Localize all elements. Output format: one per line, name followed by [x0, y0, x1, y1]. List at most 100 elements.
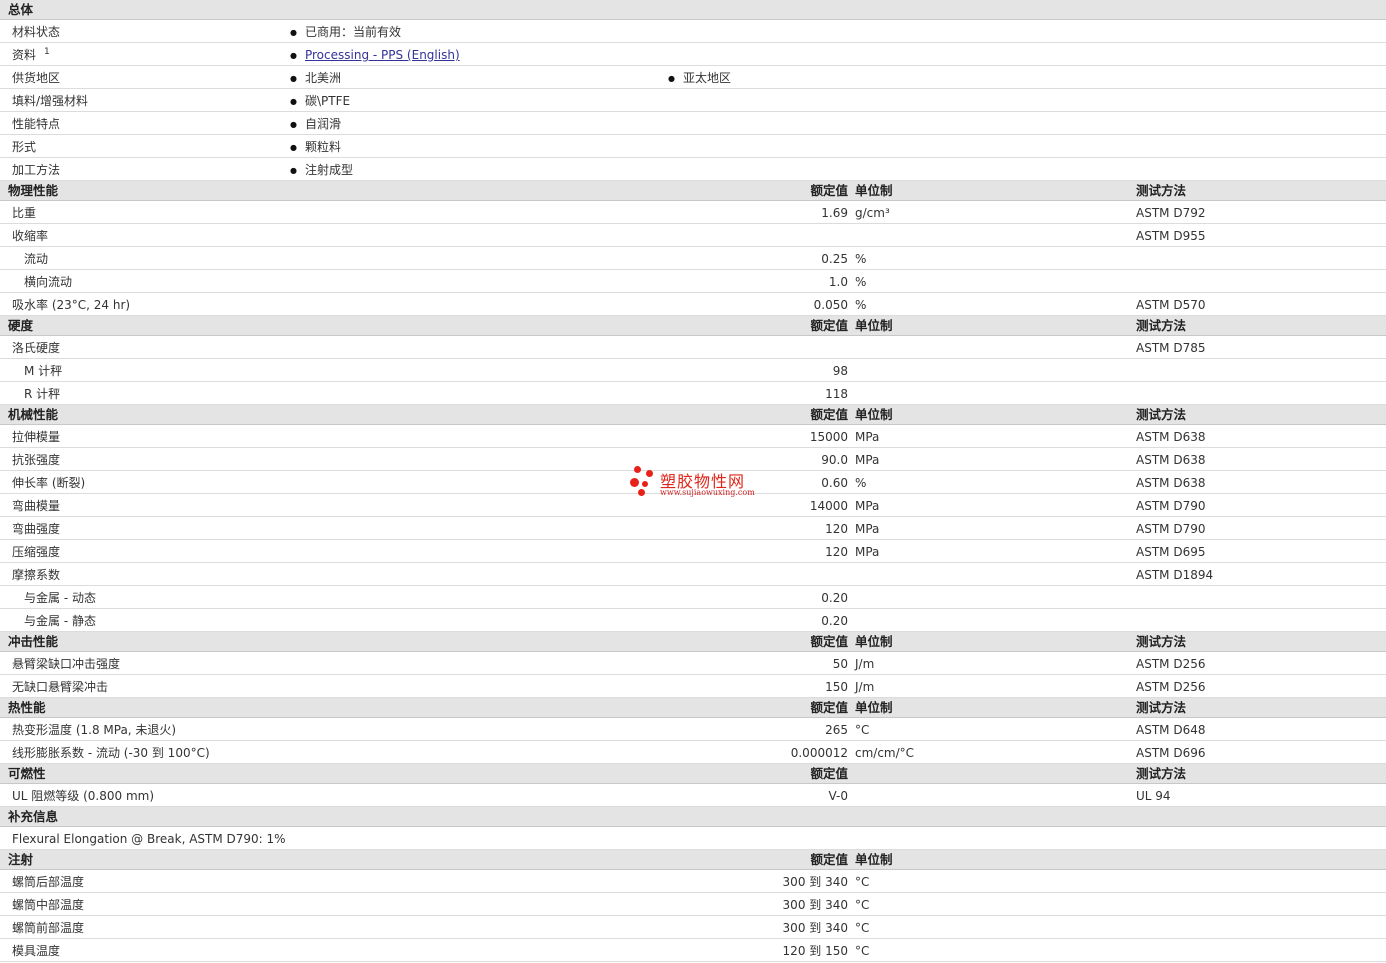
property-value: 300 到 340 [782, 875, 848, 889]
property-test-method: ASTM D695 [1136, 545, 1206, 559]
property-row: 洛氏硬度 ASTM D785 [0, 336, 1386, 359]
property-value: 120 到 150 [782, 944, 848, 958]
property-label: 伸长率 (断裂) [12, 476, 86, 490]
property-label: 收缩率 [12, 229, 49, 243]
property-label: 横向流动 [24, 275, 73, 289]
property-test-method: ASTM D955 [1136, 229, 1206, 243]
property-label: 与金属 - 动态 [24, 591, 96, 605]
property-row: 与金属 - 静态 0.20 [0, 609, 1386, 632]
property-test-method: ASTM D790 [1136, 522, 1206, 536]
property-test-method: ASTM D256 [1136, 680, 1206, 694]
section-title: 可燃性 [8, 766, 46, 781]
section-header-general: 总体 [0, 0, 1386, 20]
property-label: 比重 [12, 206, 37, 220]
column-header-test-method: 测试方法 [1136, 634, 1187, 649]
section-title: 物理性能 [8, 183, 59, 198]
general-value-text: 北美洲 [304, 71, 341, 85]
property-label: 拉伸模量 [12, 430, 61, 444]
property-value: 98 [832, 364, 848, 378]
general-value-text: 亚太地区 [682, 71, 731, 85]
property-value: 90.0 [821, 453, 848, 467]
watermark-logo: 塑胶物性网 www.sujiaowuxing.com [628, 464, 768, 500]
property-row: 螺筒前部温度 300 到 340 °C [0, 916, 1386, 939]
general-value-item: 亚太地区 [668, 70, 731, 88]
column-header-value: 额定值 [810, 407, 848, 422]
property-label: 流动 [24, 252, 49, 266]
property-row: 无缺口悬臂梁冲击 150 J/m ASTM D256 [0, 675, 1386, 698]
section-title: 热性能 [8, 700, 46, 715]
property-row: 螺筒中部温度 300 到 340 °C [0, 893, 1386, 916]
property-unit: °C [855, 921, 870, 935]
property-value: 0.25 [821, 252, 848, 266]
property-test-method: ASTM D570 [1136, 298, 1206, 312]
property-row: 模具温度 120 到 150 °C [0, 939, 1386, 962]
property-label: 弯曲强度 [12, 522, 61, 536]
watermark-dot [630, 478, 639, 487]
property-value: 0.000012 [790, 746, 848, 760]
general-value-text: 碳\PTFE [304, 94, 351, 108]
property-row: 线形膨胀系数 - 流动 (-30 到 100°C) 0.000012 cm/cm/°… [0, 741, 1386, 764]
general-value-item[interactable]: Processing - PPS (English) [290, 47, 460, 65]
watermark-url: www.sujiaowuxing.com [660, 488, 755, 497]
section-header-physical: 物理性能 额定值 单位制 测试方法 [0, 181, 1386, 201]
property-row: 悬臂梁缺口冲击强度 50 J/m ASTM D256 [0, 652, 1386, 675]
watermark-dot [642, 481, 648, 487]
section-header-flammability: 可燃性 额定值 测试方法 [0, 764, 1386, 784]
watermark-dot [634, 466, 641, 473]
watermark-dot [638, 489, 645, 496]
column-header-test-method: 测试方法 [1136, 407, 1187, 422]
property-test-method: ASTM D696 [1136, 746, 1206, 760]
property-label: 抗张强度 [12, 453, 61, 467]
section-title: 补充信息 [8, 809, 59, 824]
section-header-supplementary: 补充信息 [0, 807, 1386, 827]
property-value: 1.0 [828, 275, 848, 289]
section-header-hardness: 硬度 额定值 单位制 测试方法 [0, 316, 1386, 336]
section-title: 总体 [8, 2, 34, 17]
property-row: 流动 0.25% [0, 247, 1386, 270]
section-title: 机械性能 [8, 407, 59, 422]
general-label: 加工方法 [12, 163, 61, 177]
section-header-injection: 注射 额定值 单位制 [0, 850, 1386, 870]
property-unit: MPa [855, 545, 880, 559]
property-label: 洛氏硬度 [12, 341, 61, 355]
property-row: 摩擦系数 ASTM D1894 [0, 563, 1386, 586]
general-label: 填料/增强材料 [12, 94, 89, 108]
section-header-thermal: 热性能 额定值 单位制 测试方法 [0, 698, 1386, 718]
property-row: 弯曲强度 120 MPa ASTM D790 [0, 517, 1386, 540]
property-label: 螺筒前部温度 [12, 921, 85, 935]
column-header-value: 额定值 [810, 318, 848, 333]
general-value-item: 自润滑 [290, 116, 341, 134]
general-label: 供货地区 [12, 71, 61, 85]
property-label: 悬臂梁缺口冲击强度 [12, 657, 121, 671]
property-label: 摩擦系数 [12, 568, 61, 582]
general-row: 填料/增强材料 碳\PTFE [0, 89, 1386, 112]
property-unit: g/cm³ [855, 206, 890, 220]
watermark-dot [646, 470, 653, 477]
general-value-item: 北美洲 [290, 70, 341, 88]
property-row: 热变形温度 (1.8 MPa, 未退火) 265 °C ASTM D648 [0, 718, 1386, 741]
general-row: 供货地区 北美洲 亚太地区 [0, 66, 1386, 89]
property-unit: °C [855, 723, 870, 737]
general-row: 资料 1 Processing - PPS (English) [0, 43, 1386, 66]
property-label: 线形膨胀系数 - 流动 (-30 到 100°C) [12, 746, 210, 760]
property-label: UL 阻燃等级 (0.800 mm) [12, 789, 155, 803]
property-row: 收缩率 ASTM D955 [0, 224, 1386, 247]
general-row: 形式 颗粒料 [0, 135, 1386, 158]
section-title: 注射 [8, 852, 34, 867]
general-row: 材料状态 已商用：当前有效 [0, 20, 1386, 43]
column-header-unit: 单位制 [855, 634, 893, 649]
property-value: 0.20 [821, 614, 848, 628]
general-value-text: 颗粒料 [304, 140, 341, 154]
property-label: R 计秤 [24, 387, 61, 401]
general-row: 性能特点 自润滑 [0, 112, 1386, 135]
property-unit: MPa [855, 522, 880, 536]
property-test-method: ASTM D638 [1136, 476, 1206, 490]
property-unit: MPa [855, 430, 880, 444]
property-test-method: UL 94 [1136, 789, 1171, 803]
section-header-impact: 冲击性能 额定值 单位制 测试方法 [0, 632, 1386, 652]
property-label: 螺筒后部温度 [12, 875, 85, 889]
datasheet-link[interactable]: Processing - PPS (English) [305, 48, 460, 62]
property-value: 14000 [809, 499, 848, 513]
property-label: 热变形温度 (1.8 MPa, 未退火) [12, 723, 177, 737]
property-row: 拉伸模量 15000 MPa ASTM D638 [0, 425, 1386, 448]
